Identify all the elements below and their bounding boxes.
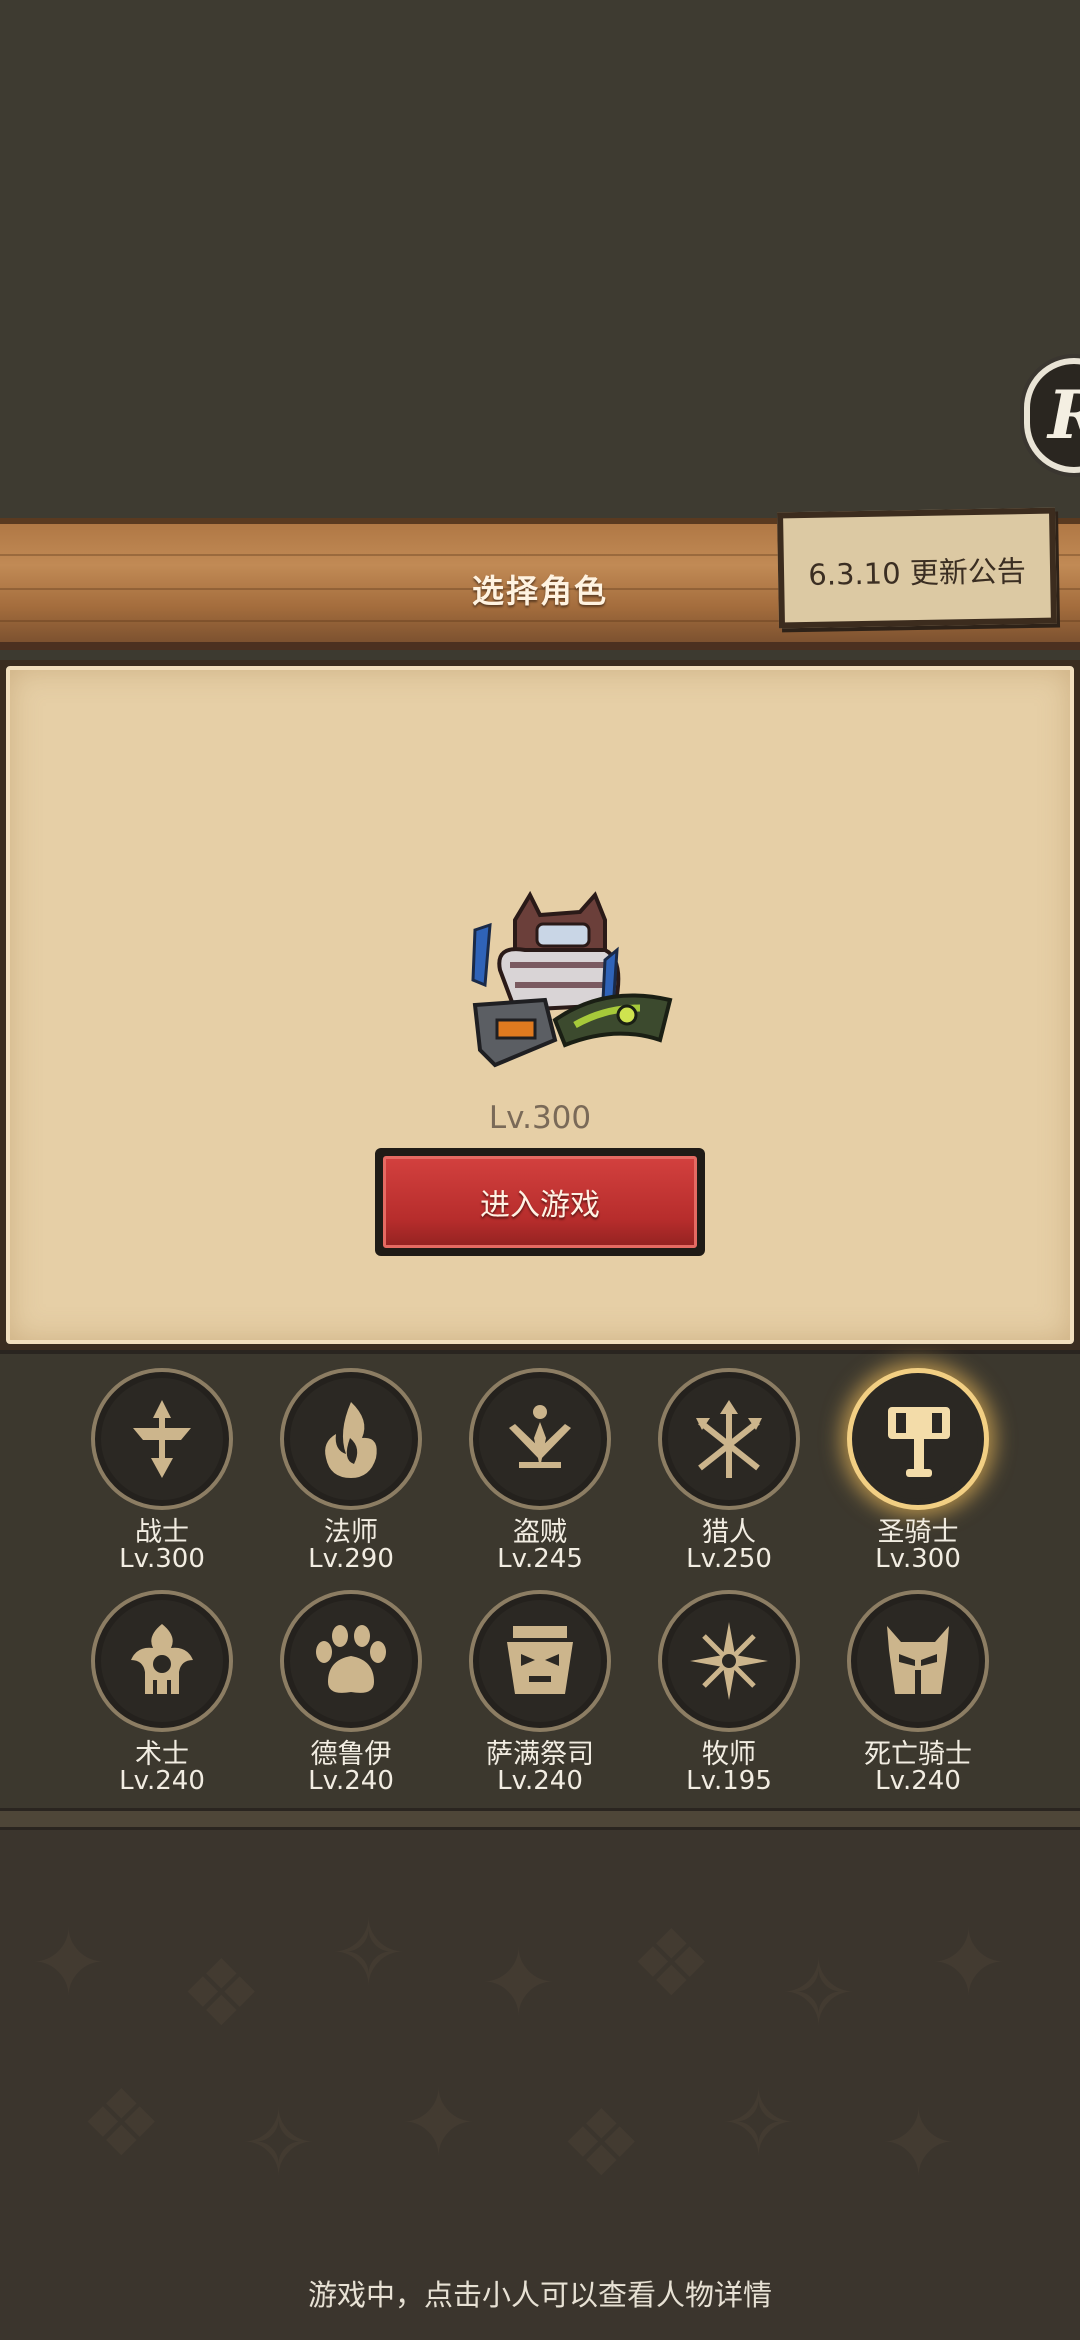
decorative-rune-icon: ✦ [400, 2070, 478, 2177]
decorative-rune-icon: ❖ [180, 1940, 263, 2047]
hunter-arrows-icon [658, 1368, 800, 1510]
mage-flame-icon [280, 1368, 422, 1510]
selected-character-level: Lv.300 [488, 1100, 592, 1136]
decorative-rune-icon: ✧ [240, 2090, 318, 2197]
footer-backdrop: ✦ ❖ ✧ ✦ ❖ ✧ ✦ ❖ ✧ ✦ ❖ ✧ ✦ [0, 1830, 1080, 2340]
druid-paw-icon [280, 1590, 422, 1732]
class-level: Lv.250 [686, 1544, 772, 1574]
update-notice-button[interactable]: 6.3.10 更新公告 [777, 507, 1057, 629]
decorative-rune-icon: ✧ [720, 2070, 798, 2177]
decorative-rune-icon: ❖ [630, 1910, 713, 2017]
decorative-rune-icon: ✧ [780, 1940, 858, 2047]
class-druid[interactable]: 德鲁伊 Lv.240 [276, 1590, 426, 1796]
footer-hint: 游戏中，点击小人可以查看人物详情 [307, 2278, 772, 2312]
class-paladin[interactable]: 圣骑士 Lv.300 [843, 1368, 993, 1574]
class-priest[interactable]: 牧师 Lv.195 [654, 1590, 804, 1796]
decorative-rune-icon: ✦ [880, 2090, 958, 2197]
decorative-rune-icon: ✧ [330, 1900, 408, 2007]
decorative-rune-icon: ✦ [480, 1930, 558, 2037]
class-hunter[interactable]: 猎人 Lv.250 [654, 1368, 804, 1574]
warlock-skull-icon [91, 1590, 233, 1732]
decorative-rune-icon: ✦ [930, 1910, 1008, 2017]
class-level: Lv.195 [686, 1766, 772, 1796]
enter-game-label: 进入游戏 [383, 1156, 697, 1248]
class-level: Lv.240 [875, 1766, 961, 1796]
class-shaman[interactable]: 萨满祭司 Lv.240 [465, 1590, 615, 1796]
class-level: Lv.240 [497, 1766, 583, 1796]
character-sprite[interactable] [455, 890, 685, 1090]
decorative-rune-icon: ❖ [560, 2090, 643, 2197]
class-level: Lv.290 [308, 1544, 394, 1574]
class-death-knight[interactable]: 死亡骑士 Lv.240 [843, 1590, 993, 1796]
paladin-hammer-icon [847, 1368, 989, 1510]
class-level: Lv.240 [308, 1766, 394, 1796]
class-mage[interactable]: 法师 Lv.290 [276, 1368, 426, 1574]
decorative-rune-icon: ❖ [80, 2070, 163, 2177]
update-notice-label: 6.3.10 更新公告 [808, 554, 1027, 592]
priest-star-icon [658, 1590, 800, 1732]
class-level: Lv.300 [875, 1544, 961, 1574]
warrior-sword-icon [91, 1368, 233, 1510]
class-level: Lv.245 [497, 1544, 583, 1574]
floating-assist-glyph: R [1048, 376, 1080, 454]
class-rogue[interactable]: 盗贼 Lv.245 [465, 1368, 615, 1574]
deathknight-helm-icon [847, 1590, 989, 1732]
class-warlock[interactable]: 术士 Lv.240 [87, 1590, 237, 1796]
class-level: Lv.300 [119, 1544, 205, 1574]
enter-game-button[interactable]: 进入游戏 [375, 1148, 705, 1256]
section-divider [0, 1808, 1080, 1830]
class-level: Lv.240 [119, 1766, 205, 1796]
class-warrior[interactable]: 战士 Lv.300 [87, 1368, 237, 1574]
rogue-daggers-icon [469, 1368, 611, 1510]
decorative-rune-icon: ✦ [30, 1910, 108, 2017]
class-selection-grid: 战士 Lv.300 法师 Lv.290 盗贼 Lv.245 猎人 Lv.250 … [0, 1350, 1080, 1820]
shaman-totem-icon [469, 1590, 611, 1732]
top-backdrop [0, 0, 1080, 520]
